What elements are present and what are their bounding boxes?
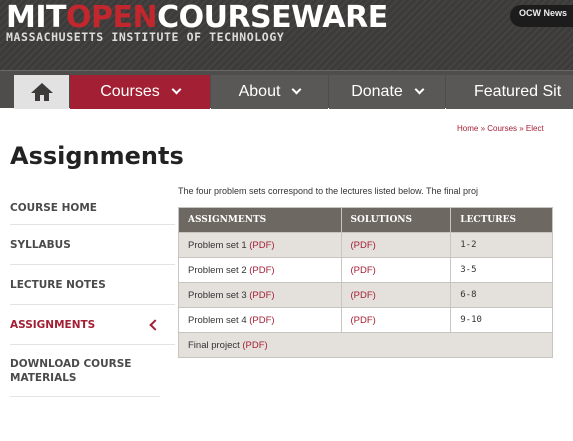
assignment-pdf-link[interactable]: (PDF) (249, 240, 274, 251)
table-row-final-project: Final project (PDF) (178, 332, 553, 358)
assignment-cell: Problem set 2 (PDF) (178, 257, 342, 283)
lectures-cell: 3-5 (450, 257, 553, 283)
solution-cell: (PDF) (340, 232, 452, 258)
column-header-solutions: SOLUTIONS (340, 207, 452, 233)
assignment-pdf-link[interactable]: (PDF) (249, 265, 274, 276)
sidebar-item-download-materials[interactable]: DOWNLOAD COURSE MATERIALS (10, 345, 160, 397)
table-header-row: ASSIGNMENTS SOLUTIONS LECTURES (178, 207, 553, 233)
nav-featured-sites[interactable]: Featured Sit (446, 75, 573, 109)
ocw-news-button[interactable]: OCW News (510, 5, 573, 27)
sidebar-item-syllabus[interactable]: SYLLABUS (10, 225, 175, 265)
page-title: Assignments (10, 142, 184, 170)
table-row: Problem set 1 (PDF) (PDF) 1-2 (178, 232, 553, 258)
solution-cell: (PDF) (340, 257, 452, 283)
chevron-down-icon (171, 84, 182, 95)
nav-donate-label: Donate (351, 83, 403, 100)
home-icon (30, 83, 53, 101)
table-row: Problem set 4 (PDF) (PDF) 9-10 (178, 307, 553, 333)
solution-cell: (PDF) (340, 282, 452, 308)
assignment-cell: Problem set 1 (PDF) (178, 232, 342, 258)
ocw-logo[interactable]: MITOPENCOURSEWARE MASSACHUSETTS INSTITUT… (6, 2, 388, 44)
lectures-cell: 9-10 (450, 307, 553, 333)
solution-pdf-link[interactable]: (PDF) (351, 290, 376, 301)
chevron-down-icon (414, 84, 425, 95)
sidebar-item-label: DOWNLOAD COURSE MATERIALS (10, 357, 132, 384)
assignments-table: ASSIGNMENTS SOLUTIONS LECTURES Problem s… (178, 207, 553, 358)
solution-cell: (PDF) (340, 307, 452, 333)
assignment-name: Problem set 3 (188, 289, 247, 301)
nav-donate[interactable]: Donate (329, 75, 445, 109)
chevron-down-icon (291, 84, 302, 95)
solution-pdf-link[interactable]: (PDF) (351, 240, 376, 251)
assignment-cell: Problem set 4 (PDF) (178, 307, 342, 333)
solution-pdf-link[interactable]: (PDF) (351, 315, 376, 326)
column-header-assignments: ASSIGNMENTS (178, 207, 342, 233)
assignment-name: Final project (188, 339, 240, 351)
assignment-cell: Problem set 3 (PDF) (178, 282, 342, 308)
sidebar-item-assignments[interactable]: ASSIGNMENTS (10, 305, 175, 345)
nav-home[interactable] (14, 75, 69, 109)
assignment-name: Problem set 1 (188, 239, 247, 251)
lectures-cell: 1-2 (450, 232, 553, 258)
assignment-pdf-link[interactable]: (PDF) (249, 290, 274, 301)
main-nav: Courses About Donate Featured Sit (0, 70, 573, 109)
assignment-name: Problem set 4 (188, 314, 247, 326)
table-row: Problem set 3 (PDF) (PDF) 6-8 (178, 282, 553, 308)
sidebar-item-label: ASSIGNMENTS (10, 318, 96, 331)
final-project-pdf-link[interactable]: (PDF) (242, 340, 267, 351)
site-header: MITOPENCOURSEWARE MASSACHUSETTS INSTITUT… (0, 0, 573, 70)
table-row: Problem set 2 (PDF) (PDF) 3-5 (178, 257, 553, 283)
sidebar-item-label: COURSE HOME (10, 201, 97, 214)
assignment-pdf-link[interactable]: (PDF) (249, 315, 274, 326)
sidebar-item-course-home[interactable]: COURSE HOME (10, 185, 175, 225)
column-header-lectures: LECTURES (450, 207, 553, 233)
sidebar-item-label: SYLLABUS (10, 238, 71, 251)
lectures-cell: 6-8 (450, 282, 553, 308)
sidebar-item-lecture-notes[interactable]: LECTURE NOTES (10, 265, 175, 305)
course-sidebar: COURSE HOME SYLLABUS LECTURE NOTES ASSIG… (10, 185, 175, 397)
intro-text: The four problem sets correspond to the … (178, 186, 478, 196)
nav-featured-label: Featured Sit (474, 83, 562, 100)
nav-about[interactable]: About (211, 75, 328, 109)
nav-courses[interactable]: Courses (70, 75, 210, 109)
nav-about-label: About (238, 83, 281, 100)
assignment-name: Problem set 2 (188, 264, 247, 276)
chevron-left-icon (149, 318, 161, 331)
breadcrumb[interactable]: Home » Courses » Elect (457, 124, 544, 133)
solution-pdf-link[interactable]: (PDF) (351, 265, 376, 276)
sidebar-item-label: LECTURE NOTES (10, 278, 106, 291)
nav-courses-label: Courses (100, 83, 160, 100)
final-project-cell: Final project (PDF) (178, 332, 553, 358)
